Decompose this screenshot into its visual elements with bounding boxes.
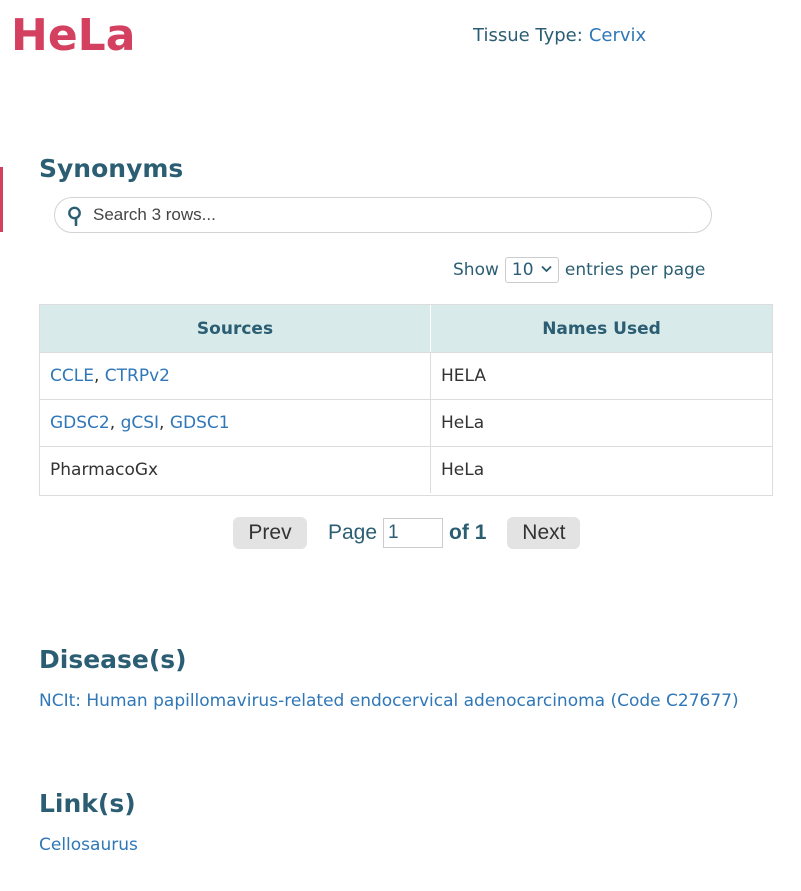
- page-count-label: of 1: [449, 521, 487, 544]
- search-input[interactable]: [93, 199, 693, 231]
- cell-line-page: HeLa Tissue Type: Cervix Synonyms Show 10…: [0, 0, 801, 891]
- tissue-type-link[interactable]: Cervix: [589, 25, 646, 46]
- table-header-row: Sources Names Used: [40, 305, 772, 353]
- column-header-sources[interactable]: Sources: [40, 305, 431, 353]
- name-used-cell: HeLa: [430, 399, 772, 447]
- table-row: PharmacoGx HeLa: [40, 446, 772, 493]
- search-icon: [68, 206, 81, 226]
- disease-link[interactable]: NCIt: Human papillomavirus-related endoc…: [39, 689, 739, 713]
- source-link[interactable]: CCLE: [50, 366, 94, 386]
- tissue-type: Tissue Type: Cervix: [473, 24, 646, 48]
- source-link[interactable]: gCSI: [121, 413, 159, 433]
- entries-per-page-select[interactable]: 10: [504, 257, 559, 283]
- pagination: Prev Page of 1 Next: [233, 516, 581, 550]
- entries-per-page-value: 10: [511, 260, 534, 280]
- show-label: Show: [453, 260, 499, 280]
- sources-cell: PharmacoGx: [40, 446, 431, 493]
- name-used-cell: HeLa: [441, 460, 485, 480]
- synonyms-table-container: Sources Names Used CCLE, CTRPv2 HELA GDS…: [39, 304, 773, 496]
- sources-cell: GDSC2, gCSI, GDSC1: [40, 399, 431, 447]
- chevron-down-icon: [541, 265, 552, 273]
- next-button[interactable]: Next: [507, 517, 581, 549]
- name-used-cell: HELA: [430, 352, 772, 400]
- links-heading: Link(s): [39, 789, 136, 818]
- cellosaurus-link[interactable]: Cellosaurus: [39, 833, 138, 857]
- source-link[interactable]: GDSC2: [50, 413, 110, 433]
- page-label: Page: [328, 521, 378, 544]
- entries-per-page-control: Show 10 entries per page: [453, 257, 705, 283]
- source-text: PharmacoGx: [50, 460, 159, 480]
- page-title: HeLa: [11, 10, 136, 61]
- synonyms-heading: Synonyms: [39, 154, 184, 183]
- column-header-names-used[interactable]: Names Used: [430, 305, 772, 353]
- table-row: CCLE, CTRPv2 HELA: [40, 352, 772, 400]
- table-row: GDSC2, gCSI, GDSC1 HeLa: [40, 399, 772, 447]
- synonyms-table: Sources Names Used CCLE, CTRPv2 HELA GDS…: [40, 305, 772, 493]
- search-box[interactable]: [54, 197, 712, 233]
- prev-button[interactable]: Prev: [233, 517, 307, 549]
- entries-suffix-label: entries per page: [564, 260, 706, 280]
- section-accent-bar: [0, 167, 3, 232]
- diseases-heading: Disease(s): [39, 645, 187, 674]
- page-number-input[interactable]: [383, 518, 444, 548]
- source-link[interactable]: CTRPv2: [105, 366, 170, 386]
- sources-cell: CCLE, CTRPv2: [40, 352, 431, 400]
- tissue-type-label: Tissue Type:: [473, 25, 583, 46]
- source-link[interactable]: GDSC1: [170, 413, 230, 433]
